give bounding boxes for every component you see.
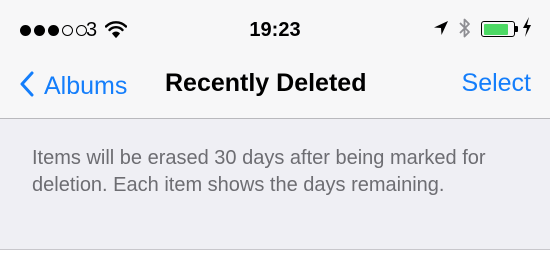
deletion-info-text: Items will be erased 30 days after being… bbox=[32, 147, 486, 196]
page-title: Recently Deleted bbox=[165, 69, 367, 97]
status-bar: 3 19:23 bbox=[0, 0, 550, 60]
battery-icon bbox=[481, 21, 515, 37]
select-button[interactable]: Select bbox=[462, 67, 531, 99]
top-bars: 3 19:23 Albums Recently Deleted Select bbox=[0, 0, 550, 119]
back-button[interactable]: Albums bbox=[20, 66, 127, 106]
info-banner: Items will be erased 30 days after being… bbox=[0, 119, 550, 250]
location-arrow-icon bbox=[433, 20, 449, 41]
battery-level-fill bbox=[483, 23, 508, 35]
chevron-left-icon bbox=[20, 71, 34, 102]
navigation-bar: Albums Recently Deleted Select bbox=[0, 60, 550, 118]
bluetooth-icon bbox=[458, 17, 472, 44]
screen: 3 19:23 Albums Recently Deleted Select I… bbox=[0, 0, 550, 254]
back-button-label: Albums bbox=[44, 72, 128, 100]
battery-tip bbox=[515, 26, 518, 32]
charging-bolt-icon bbox=[522, 17, 532, 42]
